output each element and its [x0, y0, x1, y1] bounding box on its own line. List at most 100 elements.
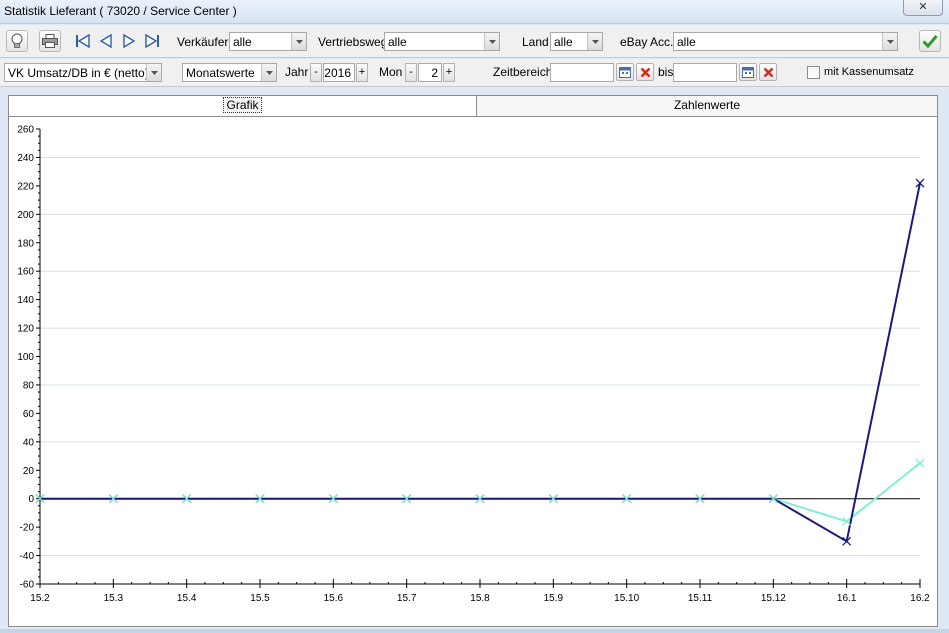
x-tick-label: 15.10	[614, 593, 639, 604]
y-tick-label: 20	[23, 466, 35, 477]
minus-icon: -	[409, 66, 413, 78]
zeitbereich-from-input[interactable]	[550, 63, 614, 82]
land-label: Land	[522, 35, 549, 49]
y-tick-label: 140	[17, 295, 34, 306]
next-icon	[123, 33, 136, 49]
plus-icon: +	[358, 66, 366, 78]
mon-value: 2	[431, 66, 438, 80]
x-tick-label: 15.6	[324, 593, 344, 604]
last-icon	[145, 33, 159, 49]
x-tick-label: 15.11	[688, 593, 713, 604]
land-select[interactable]: alle	[550, 32, 603, 51]
x-tick-label: 15.9	[544, 593, 564, 604]
previous-record-button[interactable]	[96, 31, 116, 51]
chevron-down-icon[interactable]	[484, 33, 499, 50]
plus-icon: +	[445, 66, 453, 78]
title-bar: Statistik Lieferant ( 73020 / Service Ce…	[0, 0, 949, 24]
bis-label: bis	[658, 65, 674, 79]
minus-icon: -	[314, 66, 318, 78]
vertriebsweg-label: Vertriebsweg	[318, 35, 388, 49]
jahr-value: 2016	[324, 66, 351, 80]
vertriebsweg-value: alle	[388, 35, 407, 49]
close-button[interactable]: ✕	[903, 0, 943, 16]
window-bottom-edge	[0, 629, 949, 633]
chevron-down-icon[interactable]	[291, 33, 306, 50]
x-tick-label: 16.1	[837, 593, 857, 604]
vertriebsweg-select[interactable]: alle	[384, 32, 500, 51]
x-tick-label: 15.8	[470, 593, 490, 604]
tab-zahlenwerte-label: Zahlenwerte	[673, 98, 741, 112]
previous-icon	[99, 33, 112, 49]
x-tick-label: 15.5	[250, 593, 270, 604]
clear-to-button[interactable]	[759, 63, 777, 81]
verkaeufer-select[interactable]: alle	[229, 32, 307, 51]
chevron-down-icon[interactable]	[146, 64, 161, 81]
jahr-decrement-button[interactable]: -	[310, 63, 322, 82]
chevron-down-icon[interactable]	[587, 33, 602, 50]
chevron-down-icon[interactable]	[882, 33, 897, 50]
x-tick-label: 15.3	[104, 593, 124, 604]
x-axis: 15.2 15.3 15.4 15.5 15.6 15.7 15.8 15.9 15.10 15.…	[30, 579, 930, 604]
ebay-account-select[interactable]: alle	[673, 32, 898, 51]
tab-zahlenwerte[interactable]: Zahlenwerte	[476, 95, 938, 116]
jahr-input[interactable]: 2016	[323, 63, 355, 82]
clear-x-icon	[763, 67, 773, 77]
y-tick-label: 100	[17, 352, 34, 363]
jahr-label: Jahr	[285, 65, 309, 79]
chevron-down-icon[interactable]	[261, 64, 276, 81]
mon-label: Mon	[379, 65, 403, 79]
series-line-1	[40, 462, 921, 523]
confirm-check-icon	[922, 35, 938, 48]
verkaeufer-value: alle	[233, 35, 252, 49]
ebay-value: alle	[677, 35, 696, 49]
y-tick-label: 240	[17, 153, 34, 164]
measure-select[interactable]: VK Umsatz/DB in € (netto)	[4, 63, 162, 82]
kassenumsatz-checkbox[interactable]	[807, 66, 820, 79]
mon-input[interactable]: 2	[418, 63, 442, 82]
printer-icon	[42, 34, 58, 48]
verkaeufer-label: Verkäufer	[177, 35, 229, 49]
first-record-button[interactable]	[73, 31, 93, 51]
y-tick-label: -20	[20, 523, 35, 534]
x-tick-label: 15.12	[761, 593, 786, 604]
confirm-button[interactable]	[919, 30, 941, 52]
lightbulb-button[interactable]	[6, 30, 28, 52]
zeitbereich-label: Zeitbereich	[493, 65, 553, 79]
period-select[interactable]: Monatswerte	[182, 63, 277, 82]
y-tick-label: -60	[20, 580, 35, 591]
clear-from-button[interactable]	[636, 63, 654, 81]
jahr-increment-button[interactable]: +	[356, 63, 368, 82]
y-tick-label: 0	[28, 494, 34, 505]
calendar-icon	[619, 67, 631, 78]
x-tick-label: 15.4	[177, 593, 197, 604]
line-chart: -60 -40 -20 0 20 40 60 80 100 120 140 160 180 200 220 2…	[17, 125, 930, 605]
land-value: alle	[554, 35, 573, 49]
mon-decrement-button[interactable]: -	[405, 63, 417, 82]
measure-value: VK Umsatz/DB in € (netto)	[8, 66, 149, 80]
mon-increment-button[interactable]: +	[443, 63, 455, 82]
toolbar-filters: VK Umsatz/DB in € (netto) Monatswerte Ja…	[0, 59, 949, 87]
calendar-to-button[interactable]	[739, 63, 757, 81]
y-tick-label: 200	[17, 210, 34, 221]
x-tick-label: 16.2	[910, 593, 930, 604]
chart-series	[35, 178, 925, 546]
y-tick-label: 180	[17, 238, 34, 249]
x-tick-label: 15.7	[397, 593, 417, 604]
y-tick-label: -40	[20, 551, 35, 562]
close-icon: ✕	[918, 1, 928, 13]
series-line-0	[40, 182, 921, 543]
calendar-from-button[interactable]	[616, 63, 634, 81]
next-record-button[interactable]	[119, 31, 139, 51]
y-tick-label: 60	[23, 409, 35, 420]
clear-x-icon	[640, 67, 650, 77]
tab-grafik[interactable]: Grafik	[8, 95, 477, 116]
chart-grid	[40, 156, 920, 557]
y-tick-label: 220	[17, 181, 34, 192]
y-tick-label: 160	[17, 267, 34, 278]
view-tabs: Grafik Zahlenwerte	[8, 95, 938, 116]
y-tick-label: 40	[23, 437, 35, 448]
last-record-button[interactable]	[142, 31, 162, 51]
zeitbereich-to-input[interactable]	[673, 63, 737, 82]
x-tick-label: 15.2	[30, 593, 50, 604]
print-button[interactable]	[39, 30, 61, 52]
